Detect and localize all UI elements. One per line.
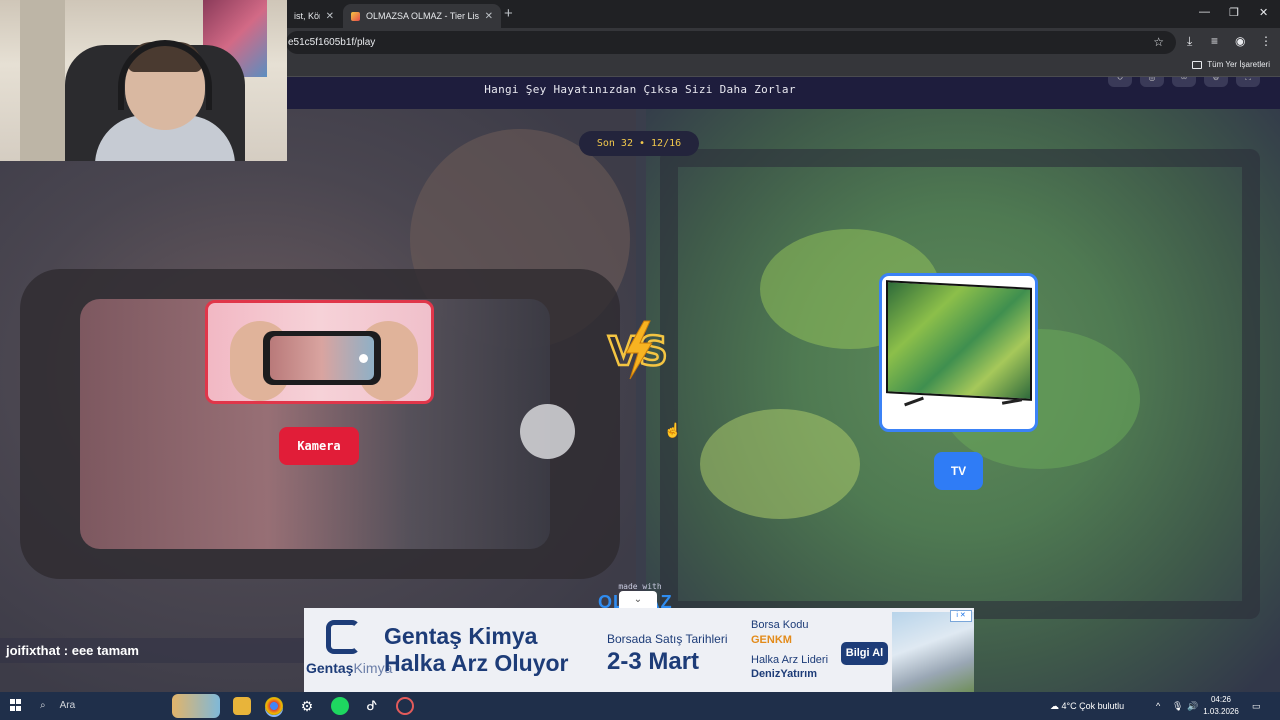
web-page: Hangi Şey Hayatınızdan Çıksa Sizi Daha Z… bbox=[0, 77, 1280, 692]
ad-title: Gentaş Kimya Halka Arz Oluyor bbox=[384, 623, 569, 676]
file-explorer-icon[interactable] bbox=[233, 697, 251, 715]
download-icon[interactable]: ⤓ bbox=[1187, 34, 1192, 49]
browser-tab-inactive[interactable]: ist, Kör S ✕ bbox=[286, 4, 342, 28]
close-window-button[interactable]: ✕ bbox=[1259, 6, 1268, 19]
camera-icon[interactable]: ◎ bbox=[1140, 77, 1164, 87]
new-tab-button[interactable]: + bbox=[504, 5, 513, 22]
all-bookmarks-button[interactable]: Tüm Yer İşaretleri bbox=[1192, 60, 1270, 69]
ad-logo-brand: Gentaş bbox=[306, 660, 354, 676]
fullscreen-icon[interactable]: ⛶ bbox=[1236, 77, 1260, 87]
weather-widget[interactable]: ☁ 4°C Çok bulutlu bbox=[1050, 692, 1124, 720]
notification-icon[interactable]: ▭ bbox=[1252, 692, 1261, 720]
minimize-button[interactable]: — bbox=[1199, 6, 1210, 18]
media-control-icon[interactable]: ≡ bbox=[1211, 34, 1218, 48]
gentas-logo-icon bbox=[326, 620, 360, 654]
search-placeholder: Ara bbox=[59, 700, 76, 711]
share-icon[interactable]: ↻ bbox=[1108, 77, 1132, 87]
ad-code: GENKM bbox=[751, 634, 792, 646]
menu-kebab-icon[interactable]: ⋮ bbox=[1260, 34, 1272, 48]
option-left-image[interactable] bbox=[205, 300, 434, 404]
microphone-icon[interactable]: 🎙 bbox=[1172, 692, 1183, 720]
ad-banner[interactable]: GentaşKimya Gentaş Kimya Halka Arz Oluyo… bbox=[304, 608, 974, 692]
url-text: e51c5f1605b1f/play bbox=[288, 37, 376, 48]
chat-message: joifixthat : eee tamam bbox=[0, 638, 304, 663]
windows-start-icon[interactable] bbox=[10, 699, 22, 711]
browser-tab-active[interactable]: OLMAZSA OLMAZ - Tier List, K ✕ bbox=[343, 4, 501, 28]
clock-time: 04:26 bbox=[1210, 695, 1232, 704]
tray-chevron-icon[interactable]: ^ bbox=[1156, 692, 1160, 720]
ad-factory-image bbox=[892, 612, 974, 692]
obs-icon[interactable] bbox=[396, 697, 414, 715]
header-buttons: ↻ ◎ ∞ ⚙ ⛶ bbox=[1108, 77, 1260, 87]
all-bookmarks-label: Tüm Yer İşaretleri bbox=[1207, 60, 1270, 69]
tab-close-icon[interactable]: ✕ bbox=[326, 11, 334, 22]
ad-choices-icon[interactable]: i ✕ bbox=[950, 610, 972, 622]
chrome-icon[interactable] bbox=[265, 697, 283, 715]
ad-leader: DenizYatırım bbox=[751, 668, 818, 680]
chevron-down-icon: ⌄ bbox=[633, 594, 643, 605]
chat-username: joifixthat bbox=[6, 643, 61, 658]
ad-dates: 2-3 Mart bbox=[607, 648, 700, 675]
ad-code-label: Borsa Kodu bbox=[751, 619, 809, 631]
round-indicator: Son 32 • 12/16 bbox=[579, 131, 699, 156]
option-right-image[interactable] bbox=[879, 273, 1038, 432]
screen: ist, Kör S ✕ OLMAZSA OLMAZ - Tier List, … bbox=[0, 0, 1280, 720]
folder-icon bbox=[1192, 60, 1203, 69]
tab-title: ist, Kör S bbox=[294, 11, 320, 21]
chat-text: : eee tamam bbox=[60, 643, 139, 658]
taskbar: ⌕ Ara ⚙ ᕷ ☁ 4°C Çok bulutlu ^ 🎙 🔊 04:26 1… bbox=[0, 692, 1280, 720]
option-left-button[interactable]: Kamera bbox=[279, 427, 359, 465]
profile-icon[interactable]: ◉ bbox=[1235, 34, 1245, 48]
restore-button[interactable]: ❐ bbox=[1229, 6, 1239, 19]
link-icon[interactable]: ∞ bbox=[1172, 77, 1196, 87]
search-highlight-image[interactable] bbox=[172, 694, 220, 718]
made-with-label: made with bbox=[618, 582, 662, 591]
spotify-icon[interactable] bbox=[331, 697, 349, 715]
versus-lightning-icon: VS bbox=[607, 320, 669, 380]
settings-gear-icon[interactable]: ⚙ bbox=[298, 697, 316, 715]
tab-title: OLMAZSA OLMAZ - Tier List, K bbox=[366, 11, 479, 21]
taskbar-clock[interactable]: 04:26 1.03.2026 bbox=[1194, 694, 1248, 718]
settings-icon[interactable]: ⚙ bbox=[1204, 77, 1228, 87]
collapse-ad-button[interactable]: ⌄ bbox=[619, 591, 657, 609]
weather-text: 4°C Çok bulutlu bbox=[1061, 701, 1125, 711]
bookmark-star-icon[interactable]: ☆ bbox=[1153, 31, 1164, 54]
ad-dates-label: Borsada Satış Tarihleri bbox=[607, 632, 728, 646]
search-icon: ⌕ bbox=[40, 700, 46, 711]
address-bar[interactable]: e51c5f1605b1f/play ☆ bbox=[286, 31, 1176, 54]
tab-close-icon[interactable]: ✕ bbox=[485, 11, 493, 22]
tab-favicon-icon bbox=[351, 11, 360, 21]
cloud-icon: ☁ bbox=[1050, 701, 1059, 711]
mouse-cursor-icon: ☝ bbox=[664, 422, 682, 438]
ad-leader-label: Halka Arz Lideri bbox=[751, 654, 829, 666]
ad-logo-text: GentaşKimya bbox=[306, 660, 392, 676]
app-c-icon[interactable]: ᕷ bbox=[363, 697, 381, 715]
webcam-overlay bbox=[0, 0, 287, 161]
option-right-button[interactable]: TV bbox=[934, 452, 983, 490]
clock-date: 1.03.2026 bbox=[1203, 707, 1239, 716]
ad-info-button[interactable]: Bilgi Al bbox=[841, 642, 888, 665]
